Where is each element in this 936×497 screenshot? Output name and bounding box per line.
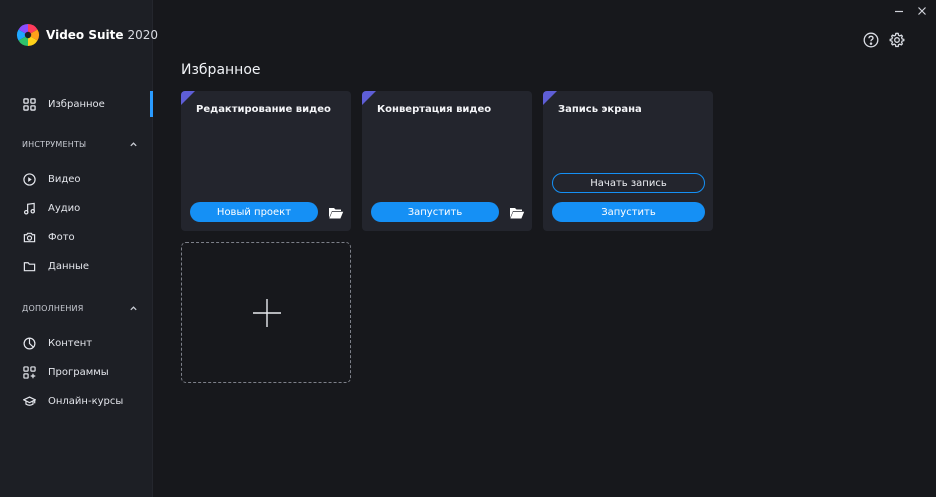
sidebar-item-label: Онлайн-курсы (48, 395, 124, 407)
apps-plus-icon (22, 365, 36, 379)
section-header-addons[interactable]: ДОПОЛНЕНИЯ (22, 301, 138, 315)
new-project-button[interactable]: Новый проект (190, 202, 318, 222)
pie-chart-icon (22, 336, 36, 350)
sidebar-item-label: Данные (48, 260, 90, 272)
sidebar-item-label: Видео (48, 173, 81, 185)
section-header-tools[interactable]: ИНСТРУМЕНТЫ (22, 137, 138, 151)
start-recording-button[interactable]: Начать запись (552, 173, 705, 193)
close-icon[interactable] (917, 6, 927, 16)
add-favorite-tile[interactable] (181, 242, 351, 383)
sidebar-item-online-courses[interactable]: Онлайн-курсы (0, 390, 153, 412)
launch-button[interactable]: Запустить (371, 202, 499, 222)
card-video-editing[interactable]: Редактирование видео Новый проект (181, 91, 351, 231)
section-header-label: ИНСТРУМЕНТЫ (22, 139, 87, 149)
card-title: Редактирование видео (196, 104, 331, 115)
section-header-label: ДОПОЛНЕНИЯ (22, 303, 84, 313)
sidebar-item-favorites[interactable]: Избранное (0, 91, 153, 117)
folder-icon (22, 259, 36, 273)
card-title: Конвертация видео (377, 104, 492, 115)
card-title: Запись экрана (558, 104, 642, 115)
card-corner-accent (362, 91, 376, 105)
sidebar-item-label: Избранное (48, 98, 105, 110)
card-screen-recording[interactable]: Запись экрана Начать запись Запустить (543, 91, 713, 231)
card-video-conversion[interactable]: Конвертация видео Запустить (362, 91, 532, 231)
sidebar-item-label: Фото (48, 231, 75, 243)
sidebar-item-programs[interactable]: Программы (0, 361, 153, 383)
sidebar-item-photo[interactable]: Фото (0, 226, 153, 248)
graduation-cap-icon (22, 394, 36, 408)
launch-button[interactable]: Запустить (552, 202, 705, 222)
sidebar-item-label: Аудио (48, 202, 81, 214)
app-title: Video Suite 2020 (46, 28, 159, 42)
app-logo: Video Suite 2020 (16, 23, 158, 47)
play-icon (22, 172, 36, 186)
minimize-icon[interactable] (894, 6, 904, 16)
sidebar-item-video[interactable]: Видео (0, 168, 153, 190)
sidebar-item-label: Программы (48, 366, 109, 378)
grid-icon (22, 97, 36, 111)
settings-gear-icon[interactable] (889, 32, 905, 48)
chevron-up-icon (130, 141, 137, 146)
sidebar-item-label: Контент (48, 337, 93, 349)
sidebar-item-content[interactable]: Контент (0, 332, 153, 354)
camera-icon (22, 230, 36, 244)
video-suite-logo-icon (17, 24, 39, 46)
folder-open-icon[interactable] (328, 205, 344, 219)
sidebar: Video Suite 2020 Избранное ИНСТРУМЕНТЫ Ви… (0, 0, 158, 497)
app-year: 2020 (127, 28, 159, 42)
card-corner-accent (181, 91, 195, 105)
plus-icon (253, 299, 281, 327)
chevron-up-icon (130, 305, 137, 310)
help-icon[interactable] (863, 32, 879, 48)
page-title: Избранное (181, 62, 261, 78)
folder-open-icon[interactable] (509, 205, 525, 219)
music-note-icon (22, 201, 36, 215)
sidebar-item-audio[interactable]: Аудио (0, 197, 153, 219)
sidebar-item-data[interactable]: Данные (0, 255, 153, 277)
card-corner-accent (543, 91, 557, 105)
